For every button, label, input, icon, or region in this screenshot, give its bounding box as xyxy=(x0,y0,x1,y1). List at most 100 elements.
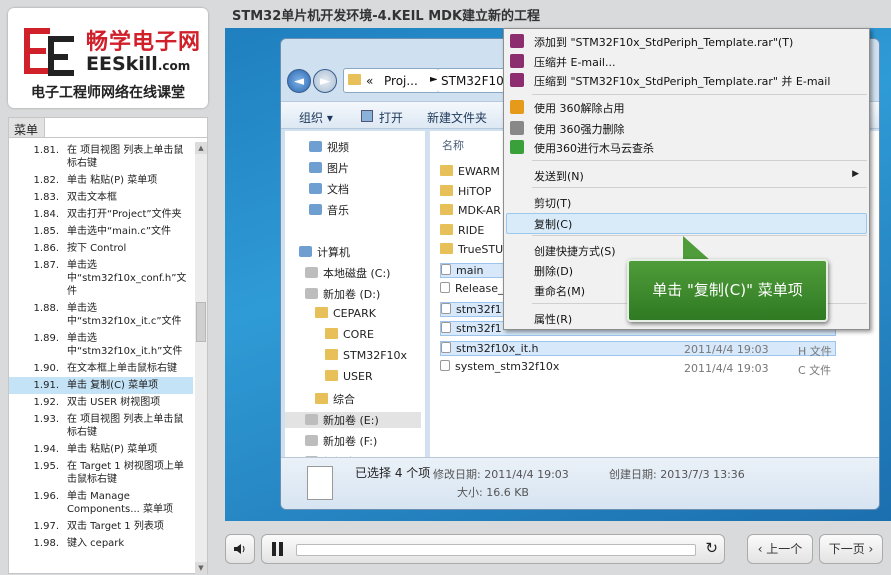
file-row[interactable]: MDK-AR xyxy=(440,204,501,217)
prev-button[interactable]: ‹ 上一个 xyxy=(747,534,813,564)
breadcrumb-overflow[interactable]: « xyxy=(366,74,373,88)
folder-icon xyxy=(325,328,338,339)
file-icon xyxy=(441,341,451,353)
file-name: stm32f1 xyxy=(456,302,502,316)
menu-item[interactable]: 1.97. 双击 Target 1 列表项 xyxy=(9,518,193,535)
file-icon xyxy=(441,302,451,314)
menu-item[interactable]: 1.92. 双击 USER 树视图项 xyxy=(9,394,193,411)
menu-item[interactable]: 1.83. 双击文本框 xyxy=(9,189,193,206)
nav-item[interactable]: 新加卷 (E:) xyxy=(285,412,421,428)
menu-item[interactable]: 1.93. 在 项目视图 列表上单击鼠标右键 xyxy=(9,411,193,441)
menu-item[interactable]: 1.86. 按下 Control xyxy=(9,240,193,257)
menu-item-number: 1.93. xyxy=(33,414,59,425)
organize-button[interactable]: 组织 ▾ xyxy=(299,109,333,126)
menu-item-number: 1.97. xyxy=(33,521,59,532)
scroll-thumb[interactable] xyxy=(196,302,206,342)
menu-item[interactable]: 1.94. 单击 粘贴(P) 菜单项 xyxy=(9,441,193,458)
nav-item[interactable]: 综合 xyxy=(315,391,355,407)
column-header-name[interactable]: 名称 xyxy=(442,137,464,153)
context-menu-item[interactable]: 添加到 "STM32F10x_StdPeriph_Template.rar"(T… xyxy=(534,34,793,50)
nav-item[interactable]: 文档 xyxy=(309,181,349,197)
tooltip-tail xyxy=(683,236,711,261)
menu-item[interactable]: 1.82. 单击 粘贴(P) 菜单项 xyxy=(9,172,193,189)
nav-item[interactable]: 新加卷 (D:) xyxy=(305,286,380,302)
context-menu-item[interactable]: 使用 360解除占用 xyxy=(534,100,625,116)
file-name: stm32f1 xyxy=(456,322,502,335)
nav-item[interactable]: CORE xyxy=(325,328,374,341)
address-bar-tail[interactable]: STM32F10x_... xyxy=(437,68,528,93)
menu-item-label: 双击 USER 树视图项 xyxy=(67,397,161,408)
menu-item[interactable]: 1.91. 单击 复制(C) 菜单项 xyxy=(9,377,193,394)
context-menu-item[interactable]: 重命名(M) xyxy=(534,283,585,299)
volume-button[interactable] xyxy=(225,534,255,564)
replay-icon[interactable]: ↻ xyxy=(705,539,718,557)
menu-item-label: 双击打开“Project”文件夹 xyxy=(67,209,182,220)
nav-item[interactable]: 新加卷 (F:) xyxy=(305,433,377,449)
documents-library-icon xyxy=(309,183,322,194)
nav-item-label: 计算机 xyxy=(317,246,350,259)
menu-item[interactable]: 1.96. 单击 Manage Components... 菜单项 xyxy=(9,488,193,518)
context-menu-item[interactable]: 创建快捷方式(S) xyxy=(534,243,616,259)
menu-item-label: 双击文本框 xyxy=(67,192,117,203)
file-row[interactable]: stm32f10x_it.h xyxy=(440,340,836,356)
new-folder-button[interactable]: 新建文件夹 xyxy=(427,109,487,126)
menu-tab[interactable]: 菜单 xyxy=(9,118,45,138)
context-menu-item[interactable]: 使用360进行木马云查杀 xyxy=(534,140,654,156)
menu-item-number: 1.95. xyxy=(33,461,59,472)
drive-icon xyxy=(305,414,318,425)
file-type: H 文件 xyxy=(798,344,832,358)
forward-icon[interactable]: ► xyxy=(313,69,337,93)
nav-item-label: 新加卷 (F:) xyxy=(323,435,378,448)
nav-item[interactable]: 计算机 xyxy=(299,244,350,260)
file-row[interactable]: HiTOP xyxy=(440,184,491,198)
modified-date: 修改日期: 2011/4/4 19:03 xyxy=(433,468,569,481)
scroll-up-icon[interactable]: ▲ xyxy=(195,142,207,154)
context-menu-item[interactable]: 复制(C) xyxy=(534,216,572,232)
details-pane: 已选择 4 个项 修改日期: 2011/4/4 19:03 创建日期: 2013… xyxy=(281,457,879,509)
file-row[interactable]: TrueSTU xyxy=(440,243,503,256)
open-button[interactable]: 打开 xyxy=(379,109,403,126)
back-icon[interactable]: ◄ xyxy=(287,69,311,93)
progress-track[interactable] xyxy=(296,544,696,556)
menu-item-label: 在 Target 1 树视图项上单击鼠标右键 xyxy=(67,461,184,485)
file-date: 2011/4/4 19:03 xyxy=(684,362,769,375)
file-icon xyxy=(440,282,450,293)
next-button[interactable]: 下一页 › xyxy=(819,534,883,564)
menu-item[interactable]: 1.87. 单击选中“stm32f10x_conf.h”文件 xyxy=(9,257,193,300)
menu-item[interactable]: 1.85. 单击选中“main.c”文件 xyxy=(9,223,193,240)
menu-item[interactable]: 1.98. 键入 cepark xyxy=(9,535,193,552)
menu-scrollbar[interactable]: ▲ ▼ xyxy=(195,142,207,574)
unlock-360-icon xyxy=(510,100,524,114)
folder-icon xyxy=(440,204,453,215)
menu-item[interactable]: 1.89. 单击选中“stm32f10x_it.h”文件 xyxy=(9,330,193,360)
folder-icon xyxy=(325,349,338,360)
nav-item[interactable]: STM32F10x xyxy=(325,349,407,362)
folder-icon xyxy=(440,165,453,176)
menu-item[interactable]: 1.88. 单击选中“stm32f10x_it.c”文件 xyxy=(9,300,193,330)
folder-icon xyxy=(325,370,338,381)
context-menu-item[interactable]: 属性(R) xyxy=(534,311,572,327)
nav-item[interactable]: USER xyxy=(325,370,373,383)
context-menu-item[interactable]: 删除(D) xyxy=(534,263,573,279)
scroll-down-icon[interactable]: ▼ xyxy=(195,562,207,574)
nav-item[interactable]: 本地磁盘 (C:) xyxy=(305,265,390,281)
context-menu-item[interactable]: 发送到(N) xyxy=(534,168,584,184)
file-row[interactable]: EWARM xyxy=(440,165,500,178)
file-row[interactable]: Release_ xyxy=(440,282,503,295)
breadcrumb-proj[interactable]: Proj... xyxy=(384,74,418,88)
pause-icon[interactable] xyxy=(272,542,286,556)
context-menu-item[interactable]: 压缩到 "STM32F10x_StdPeriph_Template.rar" 并… xyxy=(534,73,830,89)
menu-item[interactable]: 1.95. 在 Target 1 树视图项上单击鼠标右键 xyxy=(9,458,193,488)
menu-item[interactable]: 1.81. 在 项目视图 列表上单击鼠标右键 xyxy=(9,142,193,172)
nav-item[interactable]: 音乐 xyxy=(309,202,349,218)
context-menu-item[interactable]: 剪切(T) xyxy=(534,195,571,211)
context-menu-item[interactable]: 使用 360强力删除 xyxy=(534,121,625,137)
file-row[interactable]: RIDE xyxy=(440,223,484,237)
context-menu-item[interactable]: 压缩并 E-mail... xyxy=(534,54,615,70)
nav-item[interactable]: 图片 xyxy=(309,160,349,176)
nav-item[interactable]: 视频 xyxy=(309,139,349,155)
file-row[interactable]: system_stm32f10x xyxy=(440,360,559,373)
menu-item[interactable]: 1.84. 双击打开“Project”文件夹 xyxy=(9,206,193,223)
nav-item[interactable]: CEPARK xyxy=(315,307,376,320)
menu-item[interactable]: 1.90. 在文本框上单击鼠标右键 xyxy=(9,360,193,377)
